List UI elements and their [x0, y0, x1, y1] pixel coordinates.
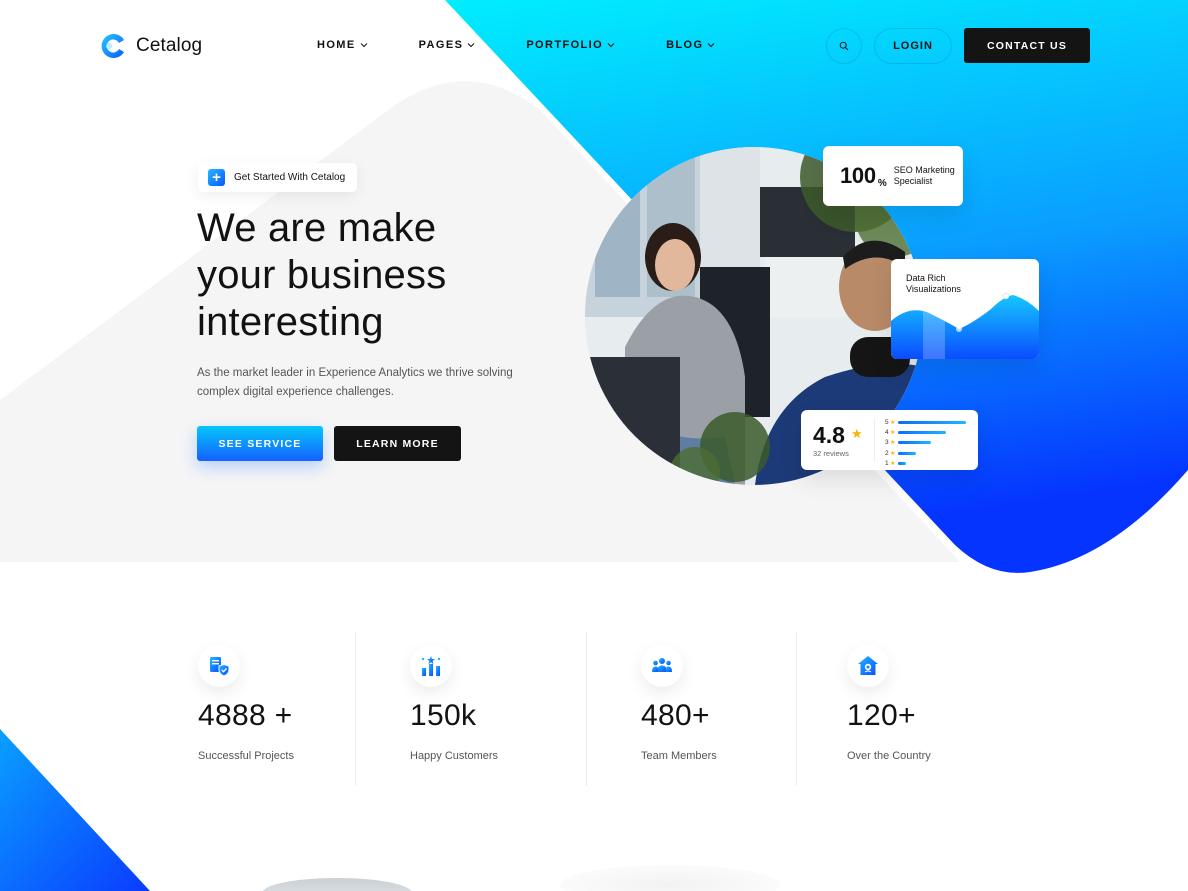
rating-bar-row: 2 ★ [885, 448, 966, 458]
growth-chart-icon [421, 656, 441, 676]
stat-icon-wrap [847, 645, 889, 687]
star-icon: ★ [890, 450, 896, 457]
seo-value: 100 [840, 163, 876, 188]
stat-value: 480+ [641, 699, 710, 732]
chevron-down-icon [607, 43, 615, 48]
stat-over-the-country: 120+ Over the Country [847, 645, 931, 762]
stat-happy-customers: 150k Happy Customers [410, 645, 498, 762]
viz-label-line: Data Rich [906, 273, 946, 283]
nav-item-pages[interactable]: PAGES [419, 39, 476, 51]
nav-item-home[interactable]: HOME [317, 39, 368, 51]
plus-icon: + [208, 169, 225, 186]
nav-item-label: PORTFOLIO [526, 39, 604, 51]
viz-label-line: Visualizations [906, 284, 961, 294]
viz-label: Data Rich Visualizations [906, 273, 961, 295]
badge-label: Get Started With Cetalog [234, 172, 346, 183]
see-service-button[interactable]: SEE SERVICE [197, 426, 323, 461]
rating-value: 4.8 [813, 422, 845, 448]
team-icon [652, 658, 672, 672]
brand-name: Cetalog [136, 35, 203, 56]
data-visualization-card: Data Rich Visualizations [891, 259, 1039, 359]
nav-item-label: HOME [317, 39, 356, 51]
stat-divider [586, 632, 587, 786]
rating-bar-row: 3 ★ [885, 438, 966, 448]
star-icon: ★ [890, 461, 896, 468]
rating-bar-fill [898, 462, 906, 466]
contact-us-button[interactable]: CONTACT US [964, 28, 1090, 63]
headline-line: We are make [197, 206, 437, 250]
review-count: 32 reviews [813, 449, 849, 458]
rating-breakdown: 5 ★ 4 ★ 3 ★ 2 ★ 1 ★ [885, 417, 966, 469]
rating-card: 4.8 ★ 32 reviews 5 ★ 4 ★ 3 ★ 2 ★ 1 ★ [801, 410, 978, 470]
rating-bar-row: 5 ★ [885, 417, 966, 427]
rating-bar-fill [898, 431, 946, 435]
nav-item-label: BLOG [666, 39, 704, 51]
stat-icon-wrap [198, 645, 240, 687]
stat-label: Happy Customers [410, 750, 499, 762]
next-section-image-edge [262, 878, 412, 891]
chevron-down-icon [467, 43, 475, 48]
seo-unit: % [877, 178, 887, 189]
stat-icon-wrap [410, 645, 452, 687]
star-icon: ★ [851, 426, 863, 441]
stat-value: 150k [410, 699, 477, 732]
stat-divider [796, 632, 797, 786]
rating-bar-fill [898, 451, 916, 455]
rating-bar-row: 1 ★ [885, 459, 966, 469]
nav-item-blog[interactable]: BLOG [666, 39, 715, 51]
stat-divider [355, 632, 356, 786]
home-location-icon [858, 656, 878, 675]
seo-stat-card: 100 % SEO Marketing Specialist [823, 146, 963, 206]
brand-logo[interactable]: Cetalog [100, 32, 202, 60]
corner-blue-shape [0, 729, 150, 891]
stat-team-members: 480+ Team Members [641, 645, 717, 762]
hero-headline: We are make your business interesting [197, 205, 537, 346]
stat-value: 4888 + [198, 699, 293, 732]
chevron-down-icon [708, 43, 715, 48]
stat-label: Team Members [641, 750, 717, 762]
star-icon: ★ [890, 419, 896, 426]
get-started-badge[interactable]: + Get Started With Cetalog [198, 163, 358, 192]
stat-icon-wrap [641, 645, 683, 687]
stat-successful-projects: 4888 + Successful Projects [198, 645, 294, 762]
star-icon: ★ [890, 440, 896, 447]
learn-more-button[interactable]: LEARN MORE [334, 426, 461, 461]
nav-item-portfolio[interactable]: PORTFOLIO [526, 39, 615, 51]
headline-line: interesting [197, 300, 384, 344]
rating-divider [874, 418, 875, 462]
nav-item-label: PAGES [418, 39, 464, 51]
project-shield-icon [210, 657, 230, 677]
stat-label: Successful Projects [198, 750, 294, 762]
stat-value: 120+ [847, 699, 916, 732]
search-icon [839, 41, 849, 51]
main-nav: HOME PAGES PORTFOLIO BLOG [317, 39, 766, 51]
star-icon: ★ [890, 430, 896, 437]
stat-label: Over the Country [847, 750, 931, 762]
search-button[interactable] [826, 28, 862, 64]
chevron-down-icon [360, 43, 367, 48]
rating-bar-fill [898, 441, 931, 445]
seo-label: SEO Marketing Specialist [893, 165, 955, 186]
hero-subtext: As the market leader in Experience Analy… [197, 367, 513, 398]
logo-c-icon [101, 34, 124, 58]
next-section-shadow [560, 865, 780, 891]
rating-bar-fill [898, 420, 966, 424]
login-button[interactable]: LOGIN [874, 28, 952, 64]
rating-bar-row: 4 ★ [885, 427, 966, 437]
headline-line: your business [197, 253, 447, 297]
